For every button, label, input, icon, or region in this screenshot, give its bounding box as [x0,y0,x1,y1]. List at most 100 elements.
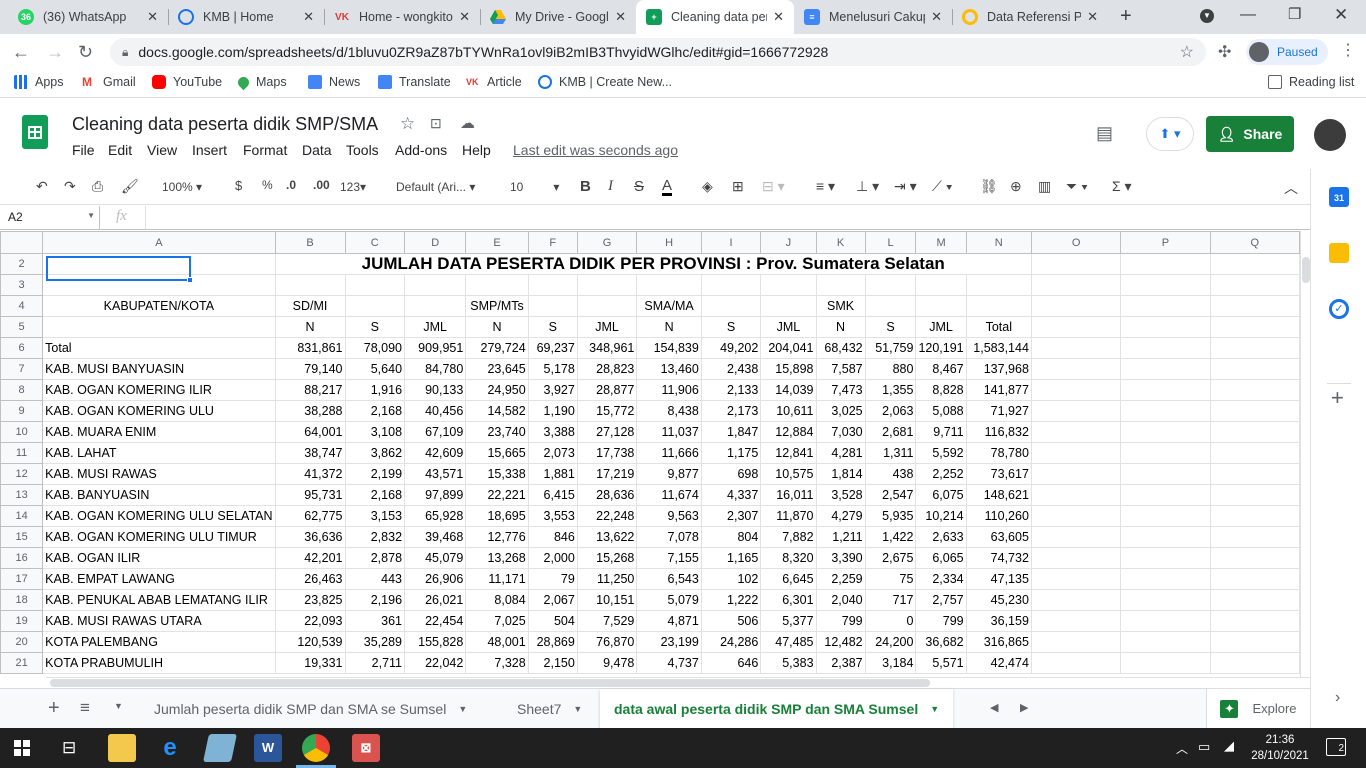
cell[interactable]: 45,079 [404,547,467,569]
cell[interactable]: 47,135 [965,568,1032,590]
notifications-icon[interactable]: 2 [1326,738,1346,756]
cell[interactable]: 9,711 [915,421,967,443]
battery-icon[interactable]: ▭ [1198,739,1210,755]
cell[interactable] [576,274,638,296]
column-header[interactable]: K [815,231,866,254]
scroll-tabs-right-icon[interactable]: ▶ [1020,701,1028,714]
cell[interactable]: 42,609 [404,442,467,464]
avatar[interactable] [1314,119,1346,151]
currency-button[interactable]: $ [235,178,242,193]
cell[interactable] [1030,379,1122,401]
bold-icon[interactable]: B [580,178,591,195]
cell[interactable] [1209,400,1300,422]
tab-menelusuri[interactable]: ≡ Menelusuri Cakup ✕ [794,0,952,34]
cell[interactable]: 26,463 [274,568,346,590]
menu-format[interactable]: Format [243,142,287,158]
cell[interactable]: 28,877 [576,379,638,401]
cell[interactable] [1120,589,1211,611]
column-header[interactable]: D [404,231,467,254]
cell[interactable]: 18,695 [465,505,529,527]
row-header[interactable]: 5 [0,316,44,338]
horizontal-align-icon[interactable]: ≡ ▾ [816,178,835,195]
cell[interactable]: 154,839 [636,337,702,359]
merge-cells-icon[interactable]: ⊟ ▾ [762,178,785,195]
cell[interactable]: 17,219 [576,463,638,485]
cell[interactable] [915,295,967,317]
cell[interactable]: 3,184 [864,652,917,674]
cell[interactable]: JML [404,316,467,338]
cell[interactable] [1209,568,1300,590]
cell[interactable] [760,274,817,296]
cell[interactable]: 22,221 [465,484,529,506]
close-window-icon[interactable]: ✕ [1334,5,1348,25]
cell[interactable]: 15,268 [576,547,638,569]
cell[interactable] [1120,484,1211,506]
cell[interactable]: 1,881 [527,463,578,485]
cell[interactable]: JML [915,316,967,338]
cell[interactable]: JML [576,316,638,338]
tasks-icon[interactable]: ✓ [1329,299,1349,319]
sheet-tab-jumlah[interactable]: Jumlah peserta didik SMP dan SMA se Sums… [140,689,481,728]
cell[interactable]: 62,775 [274,505,346,527]
cell[interactable]: 36,636 [274,526,346,548]
cell[interactable]: 799 [915,610,967,632]
cell[interactable] [1030,547,1122,569]
cell[interactable] [1120,442,1211,464]
cell[interactable] [700,295,762,317]
cell[interactable] [1120,526,1211,548]
cell[interactable]: 110,260 [965,505,1032,527]
fill-color-icon[interactable]: ◈ [702,178,713,195]
row-header[interactable]: 6 [0,337,44,359]
cell[interactable] [1030,631,1122,653]
cell[interactable] [1120,421,1211,443]
cell[interactable]: 3,927 [527,379,578,401]
cell[interactable]: 361 [344,610,406,632]
cell[interactable] [1209,631,1300,653]
cell[interactable]: 438 [864,463,917,485]
cell[interactable]: 15,338 [465,463,529,485]
cell[interactable]: 84,780 [404,358,467,380]
move-folder-icon[interactable]: ⊡ [430,115,442,132]
new-tab-button[interactable]: + [1120,5,1132,28]
cell[interactable] [1209,652,1300,674]
present-button[interactable]: ⬆ ▾ [1146,117,1194,151]
cell[interactable] [1030,463,1122,485]
keep-icon[interactable] [1329,243,1349,263]
row-header[interactable]: 4 [0,295,44,317]
bookmark-kmb-create[interactable]: KMB | Create New... [538,75,672,89]
cell[interactable]: 10,151 [576,589,638,611]
zoom-select[interactable]: 100% ▾ [162,180,202,194]
cell[interactable] [1209,379,1300,401]
paint-format-icon[interactable]: 🖌︎ [121,178,139,195]
cell[interactable]: 2,252 [915,463,967,485]
cell[interactable] [1120,358,1211,380]
cell[interactable]: 47,485 [760,631,817,653]
menu-help[interactable]: Help [462,142,491,158]
cell[interactable] [1120,400,1211,422]
cell[interactable]: 2,063 [864,400,917,422]
vertical-scrollbar[interactable] [1300,231,1310,677]
cell[interactable]: JML [760,316,817,338]
cell[interactable]: 2,633 [915,526,967,548]
row-header[interactable]: 21 [0,652,44,674]
last-edit-link[interactable]: Last edit was seconds ago [513,142,678,158]
cell[interactable]: 12,482 [815,631,866,653]
cell[interactable]: 6,075 [915,484,967,506]
cell[interactable]: 909,951 [404,337,467,359]
cell[interactable] [1120,505,1211,527]
row-header[interactable]: 20 [0,631,44,653]
restore-icon[interactable]: ❐ [1288,5,1301,23]
cell[interactable]: 28,636 [576,484,638,506]
cell[interactable]: 11,906 [636,379,702,401]
column-header[interactable]: J [760,231,817,254]
cell[interactable] [1209,442,1300,464]
font-select[interactable]: Default (Ari... ▾ [396,180,475,194]
cell[interactable]: 4,281 [815,442,866,464]
menu-dots-icon[interactable]: ⋮ [1340,40,1356,60]
cell[interactable]: KAB. MUARA ENIM [42,421,276,443]
link-icon[interactable]: ⛓︎ [980,178,998,195]
percent-button[interactable]: % [262,178,273,192]
cell[interactable]: KOTA PALEMBANG [42,631,276,653]
cell[interactable]: 120,539 [274,631,346,653]
row-header[interactable]: 14 [0,505,44,527]
